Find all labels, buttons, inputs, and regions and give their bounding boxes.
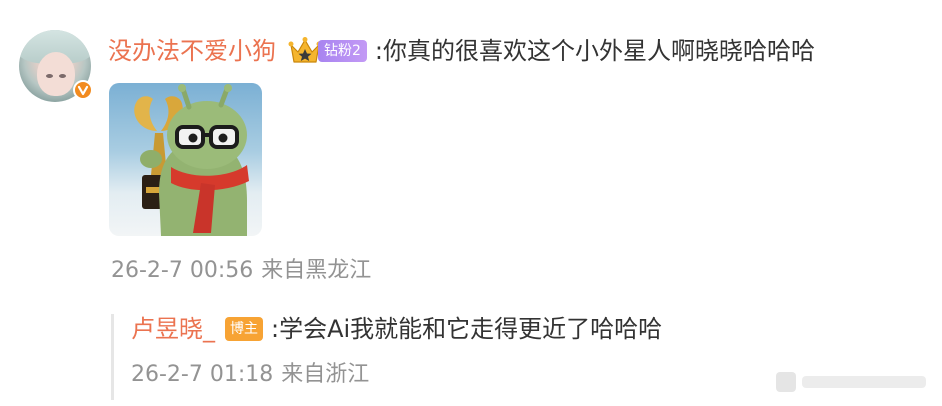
reply-meta: 26-2-7 01:18 来自浙江 (131, 360, 369, 390)
reply-text: :学会Ai我就能和它走得更近了哈哈哈 (271, 315, 663, 343)
author-badge: 博主 (225, 317, 263, 341)
verified-badge-icon (73, 80, 93, 100)
crown-icon (288, 36, 322, 66)
rank-badge[interactable]: 钻粉2 (318, 40, 367, 62)
reply-date: 26-2-7 01:18 (131, 362, 274, 387)
reply-header: 卢昱晓_ 博主 :学会Ai我就能和它走得更近了哈哈哈 (131, 311, 662, 347)
comment-date: 26-2-7 00:56 (111, 258, 254, 283)
comment-header: 没办法不爱小狗 钻粉2 :你真的很喜欢这个小外星人啊晓晓哈哈哈 (108, 33, 815, 69)
avatar-eye (46, 74, 53, 78)
comment-text: :你真的很喜欢这个小外星人啊晓晓哈哈哈 (374, 37, 816, 65)
comment-username[interactable]: 没办法不爱小狗 (108, 33, 276, 69)
reply-divider (111, 314, 114, 400)
reply-username[interactable]: 卢昱晓_ (131, 311, 215, 347)
reply-location: 来自浙江 (281, 362, 370, 387)
avatar-eye (59, 74, 66, 78)
alien-with-trophy-image[interactable] (109, 83, 262, 236)
comment-location: 来自黑龙江 (261, 258, 372, 283)
comment-meta: 26-2-7 00:56 来自黑龙江 (111, 256, 371, 286)
watermark (776, 368, 932, 396)
avatar-face (37, 52, 75, 96)
